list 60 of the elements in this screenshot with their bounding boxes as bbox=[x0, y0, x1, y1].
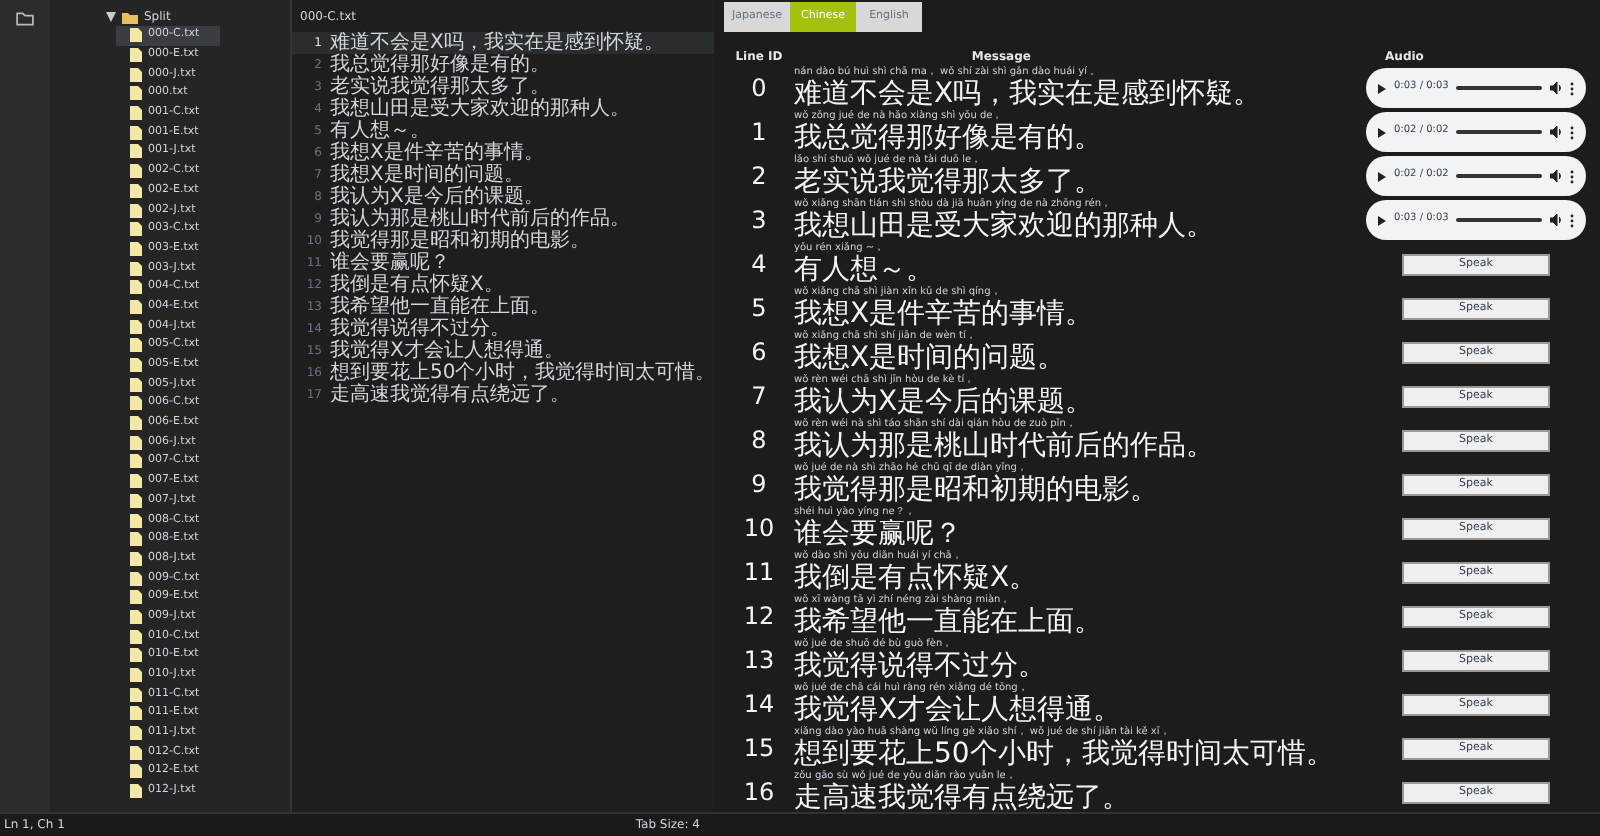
message-text: 难道不会是X吗，我实在是感到怀疑。 bbox=[794, 80, 1264, 110]
line-id: 0 bbox=[749, 72, 769, 106]
code-line: 我想X是件辛苦的事情。 bbox=[330, 142, 544, 164]
volume-icon[interactable] bbox=[1550, 126, 1562, 138]
code-line: 有人想～。 bbox=[330, 120, 430, 142]
line-id: 9 bbox=[749, 468, 769, 502]
code-line: 我认为那是桃山时代前后的作品。 bbox=[330, 208, 630, 230]
line-id: 6 bbox=[749, 336, 769, 370]
code-line: 谁会要赢呢？ bbox=[330, 252, 450, 274]
code-line: 我想山田是受大家欢迎的那种人。 bbox=[330, 98, 630, 120]
play-icon[interactable] bbox=[1378, 171, 1386, 181]
message-text: 我希望他一直能在上面。 bbox=[794, 608, 1104, 638]
message-text: 我觉得说得不过分。 bbox=[794, 652, 1048, 682]
line-id: 13 bbox=[741, 644, 777, 678]
line-id: 8 bbox=[749, 424, 769, 458]
volume-icon[interactable] bbox=[1550, 82, 1562, 94]
message-text: 我总觉得那好像是有的。 bbox=[794, 124, 1104, 154]
message-text: 我觉得X才会让人想得通。 bbox=[794, 696, 1124, 726]
code-line: 我总觉得那好像是有的。 bbox=[330, 54, 550, 76]
line-id: 3 bbox=[749, 204, 769, 238]
line-id: 7 bbox=[749, 380, 769, 414]
line-id: 12 bbox=[741, 600, 777, 634]
message-text: 谁会要赢呢？ bbox=[794, 520, 964, 550]
code-line: 难道不会是X吗，我实在是感到怀疑。 bbox=[330, 32, 664, 54]
line-id: 4 bbox=[749, 248, 769, 282]
play-icon[interactable] bbox=[1378, 127, 1386, 137]
code-line: 走高速我觉得有点绕远了。 bbox=[330, 384, 570, 406]
play-icon[interactable] bbox=[1378, 83, 1386, 93]
code-line: 我觉得那是昭和初期的电影。 bbox=[330, 230, 590, 252]
line-id: 10 bbox=[741, 512, 777, 546]
line-id: 15 bbox=[741, 732, 777, 766]
code-line: 我倒是有点怀疑X。 bbox=[330, 274, 504, 296]
code-line: 我觉得X才会让人想得通。 bbox=[330, 340, 564, 362]
message-text: 想到要花上50个小时，我觉得时间太可惜。 bbox=[794, 740, 1336, 770]
folder-icon[interactable] bbox=[16, 12, 34, 26]
line-id: 14 bbox=[741, 688, 777, 722]
line-id: 5 bbox=[749, 292, 769, 326]
message-text: 我觉得那是昭和初期的电影。 bbox=[794, 476, 1160, 506]
code-line: 老实说我觉得那太多了。 bbox=[330, 76, 550, 98]
code-line: 我认为X是今后的课题。 bbox=[330, 186, 544, 208]
line-id: 2 bbox=[749, 160, 769, 194]
message-text: 有人想～。 bbox=[794, 256, 936, 286]
code-line: 想到要花上50个小时，我觉得时间太可惜。 bbox=[330, 362, 714, 384]
message-text: 我认为那是桃山时代前后的作品。 bbox=[794, 432, 1216, 462]
volume-icon[interactable] bbox=[1550, 214, 1562, 226]
volume-icon[interactable] bbox=[1550, 170, 1562, 182]
code-line: 我觉得说得不过分。 bbox=[330, 318, 510, 340]
line-id: 1 bbox=[749, 116, 769, 150]
message-text: 我倒是有点怀疑X。 bbox=[794, 564, 1040, 594]
play-icon[interactable] bbox=[1378, 215, 1386, 225]
code-line: 我想X是时间的问题。 bbox=[330, 164, 524, 186]
message-text: 我想山田是受大家欢迎的那种人。 bbox=[794, 212, 1216, 242]
line-id: 11 bbox=[741, 556, 777, 590]
message-text: 走高速我觉得有点绕远了。 bbox=[794, 784, 1132, 812]
message-text: 我想X是件辛苦的事情。 bbox=[794, 300, 1096, 330]
message-text: 我认为X是今后的课题。 bbox=[794, 388, 1096, 418]
message-text: 我想X是时间的问题。 bbox=[794, 344, 1068, 374]
code-line: 我希望他一直能在上面。 bbox=[330, 296, 550, 318]
message-text: 老实说我觉得那太多了。 bbox=[794, 168, 1104, 198]
line-id: 16 bbox=[741, 776, 777, 810]
